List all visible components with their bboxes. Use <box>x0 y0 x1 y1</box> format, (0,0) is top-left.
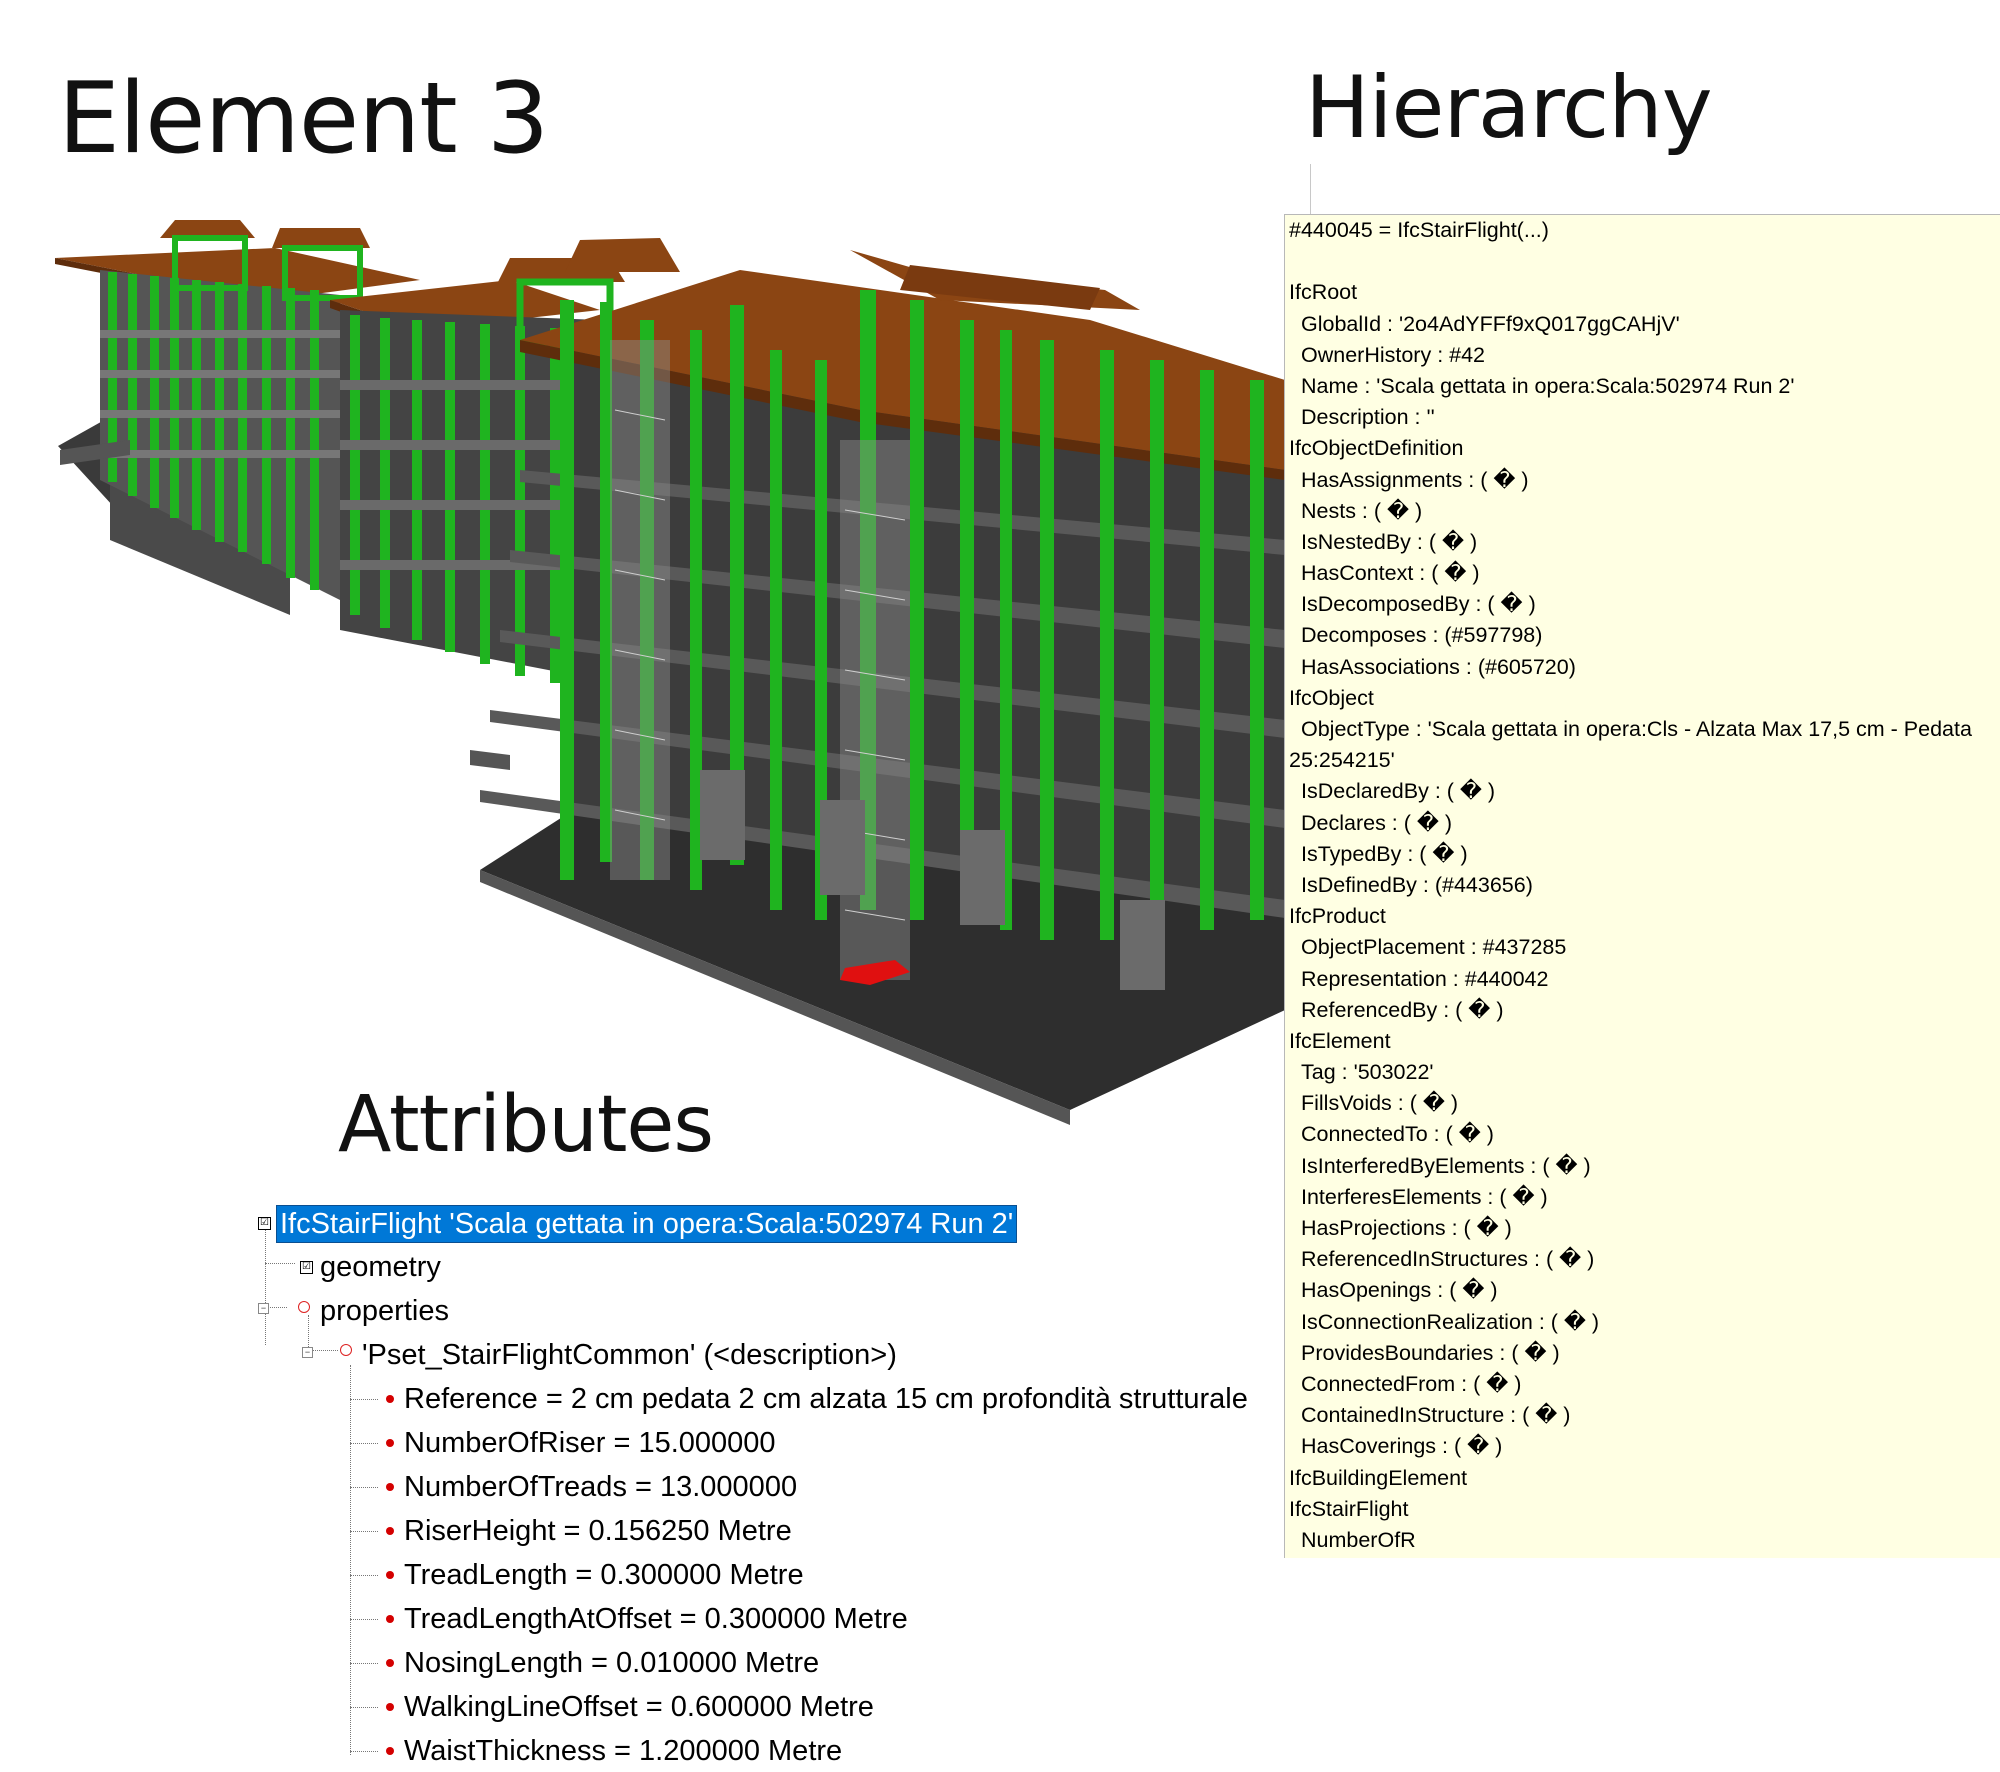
tree-connector <box>350 1365 351 1755</box>
hierarchy-line: ObjectType : 'Scala gettata in opera:Cls… <box>1301 717 1972 741</box>
attributes-tree[interactable]: ☑ IfcStairFlight 'Scala gettata in opera… <box>250 1205 1290 1767</box>
hierarchy-line: ProvidesBoundaries : ( � ) <box>1301 1340 1560 1365</box>
hierarchy-line: FillsVoids : ( � ) <box>1301 1091 1459 1116</box>
hierarchy-line: IsConnectionRealization : ( � ) <box>1301 1309 1600 1334</box>
geometry-checkbox[interactable]: ☑ <box>300 1261 313 1274</box>
hierarchy-line: HasOpenings : ( � ) <box>1301 1278 1498 1303</box>
hierarchy-line: ConnectedFrom : ( � ) <box>1301 1371 1522 1396</box>
hierarchy-line: 25:254215' <box>1289 748 1395 773</box>
pset-icon <box>340 1344 352 1356</box>
hierarchy-line: ConnectedTo : ( � ) <box>1301 1122 1494 1147</box>
hierarchy-line: HasAssociations : (#605720) <box>1301 654 1576 679</box>
property-row[interactable]: NumberOfTreads = 13.000000 <box>404 1469 797 1505</box>
hierarchy-line: HasCoverings : ( � ) <box>1301 1434 1503 1459</box>
tree-connector <box>265 1225 266 1345</box>
property-row[interactable]: WaistThickness = 1.200000 Metre <box>404 1733 842 1769</box>
property-row[interactable]: NosingLength = 0.010000 Metre <box>404 1645 819 1681</box>
property-row[interactable]: TreadLength = 0.300000 Metre <box>404 1557 804 1593</box>
hierarchy-line: InterferesElements : ( � ) <box>1301 1184 1548 1209</box>
tree-connector <box>350 1619 378 1620</box>
hierarchy-line: IsNestedBy : ( � ) <box>1301 529 1478 554</box>
property-bullet-icon <box>386 1527 394 1535</box>
hierarchy-line: IfcElement <box>1289 1028 1391 1053</box>
tree-connector <box>350 1751 378 1752</box>
hierarchy-line: Decomposes : (#597798) <box>1301 623 1543 648</box>
hierarchy-line: NumberOfR <box>1301 1527 1416 1552</box>
hierarchy-line: Nests : ( � ) <box>1301 498 1423 523</box>
hierarchy-line: IfcProduct <box>1289 904 1386 929</box>
property-bullet-icon <box>386 1703 394 1711</box>
hierarchy-line: HasAssignments : ( � ) <box>1301 467 1529 492</box>
hierarchy-panel[interactable]: #440045 = IfcStairFlight(...) IfcRoot Glob… <box>1284 214 2000 1558</box>
hierarchy-title: Hierarchy <box>1305 58 1713 158</box>
property-bullet-icon <box>386 1439 394 1447</box>
hierarchy-line: IsDecomposedBy : ( � ) <box>1301 592 1536 617</box>
hierarchy-line: Description : '' <box>1301 405 1435 430</box>
hierarchy-line: ReferencedBy : ( � ) <box>1301 997 1504 1022</box>
property-row[interactable]: TreadLengthAtOffset = 0.300000 Metre <box>404 1601 908 1637</box>
property-bullet-icon <box>386 1571 394 1579</box>
hierarchy-line: Declares : ( � ) <box>1301 810 1453 835</box>
hierarchy-panel-header <box>1310 164 2000 214</box>
hierarchy-line: HasContext : ( � ) <box>1301 561 1480 586</box>
property-bullet-icon <box>386 1659 394 1667</box>
tree-connector <box>265 1263 295 1264</box>
hierarchy-line: ContainedInStructure : ( � ) <box>1301 1403 1571 1428</box>
property-row[interactable]: NumberOfRiser = 15.000000 <box>404 1425 776 1461</box>
pset-collapse-toggle[interactable]: − <box>302 1347 313 1358</box>
hierarchy-line: HasProjections : ( � ) <box>1301 1216 1512 1240</box>
hierarchy-line: IfcObject <box>1289 685 1374 710</box>
tree-connector <box>350 1443 378 1444</box>
tree-connector <box>350 1575 378 1576</box>
tree-connector <box>350 1663 378 1664</box>
tree-connector <box>350 1487 378 1488</box>
property-bullet-icon <box>386 1483 394 1491</box>
hierarchy-line: ObjectPlacement : #437285 <box>1301 935 1567 960</box>
property-bullet-icon <box>386 1747 394 1755</box>
hierarchy-line: #440045 = IfcStairFlight(...) <box>1289 218 1549 242</box>
hierarchy-line: IsInterferedByElements : ( � ) <box>1301 1153 1591 1178</box>
property-row[interactable]: RiserHeight = 0.156250 Metre <box>404 1513 792 1549</box>
hierarchy-line: Name : 'Scala gettata in opera:Scala:502… <box>1301 373 1795 398</box>
tree-node-pset-stairflightcommon[interactable]: 'Pset_StairFlightCommon' (<description>) <box>362 1337 897 1373</box>
properties-icon <box>298 1301 310 1313</box>
hierarchy-line: GlobalId : '2o4AdYFFf9xQ017ggCAHjV' <box>1301 311 1680 336</box>
hierarchy-line: IfcBuildingElement <box>1289 1465 1468 1490</box>
tree-connector <box>308 1315 309 1347</box>
hierarchy-line: IsTypedBy : ( � ) <box>1301 841 1468 866</box>
element-title: Element 3 <box>58 62 549 176</box>
tree-connector <box>350 1399 378 1400</box>
hierarchy-line: Tag : '503022' <box>1301 1060 1434 1085</box>
tree-node-properties[interactable]: properties <box>320 1293 449 1329</box>
hierarchy-line: IfcObjectDefinition <box>1289 436 1464 461</box>
property-row[interactable]: Reference = 2 cm pedata 2 cm alzata 15 c… <box>404 1381 1248 1417</box>
hierarchy-line: IsDefinedBy : (#443656) <box>1301 872 1533 897</box>
property-bullet-icon <box>386 1395 394 1403</box>
root-checkbox[interactable]: ☑ <box>258 1217 271 1230</box>
hierarchy-line: IfcStairFlight <box>1289 1496 1409 1521</box>
hierarchy-line: Representation : #440042 <box>1301 966 1549 991</box>
tree-node-geometry[interactable]: geometry <box>320 1249 441 1285</box>
tree-node-ifcstairflight[interactable]: IfcStairFlight 'Scala gettata in opera:S… <box>276 1205 1018 1243</box>
tree-connector <box>350 1707 378 1708</box>
property-row[interactable]: WalkingLineOffset = 0.600000 Metre <box>404 1689 874 1725</box>
property-bullet-icon <box>386 1615 394 1623</box>
hierarchy-line: IfcRoot <box>1289 280 1358 305</box>
hierarchy-line: ReferencedInStructures : ( � ) <box>1301 1247 1595 1272</box>
hierarchy-line: OwnerHistory : #42 <box>1301 342 1486 367</box>
hierarchy-line <box>1285 246 2000 277</box>
model-viewport[interactable] <box>40 210 1285 1170</box>
tree-connector <box>350 1531 378 1532</box>
hierarchy-line: IsDeclaredBy : ( � ) <box>1301 779 1496 804</box>
properties-collapse-toggle[interactable]: − <box>258 1303 269 1314</box>
